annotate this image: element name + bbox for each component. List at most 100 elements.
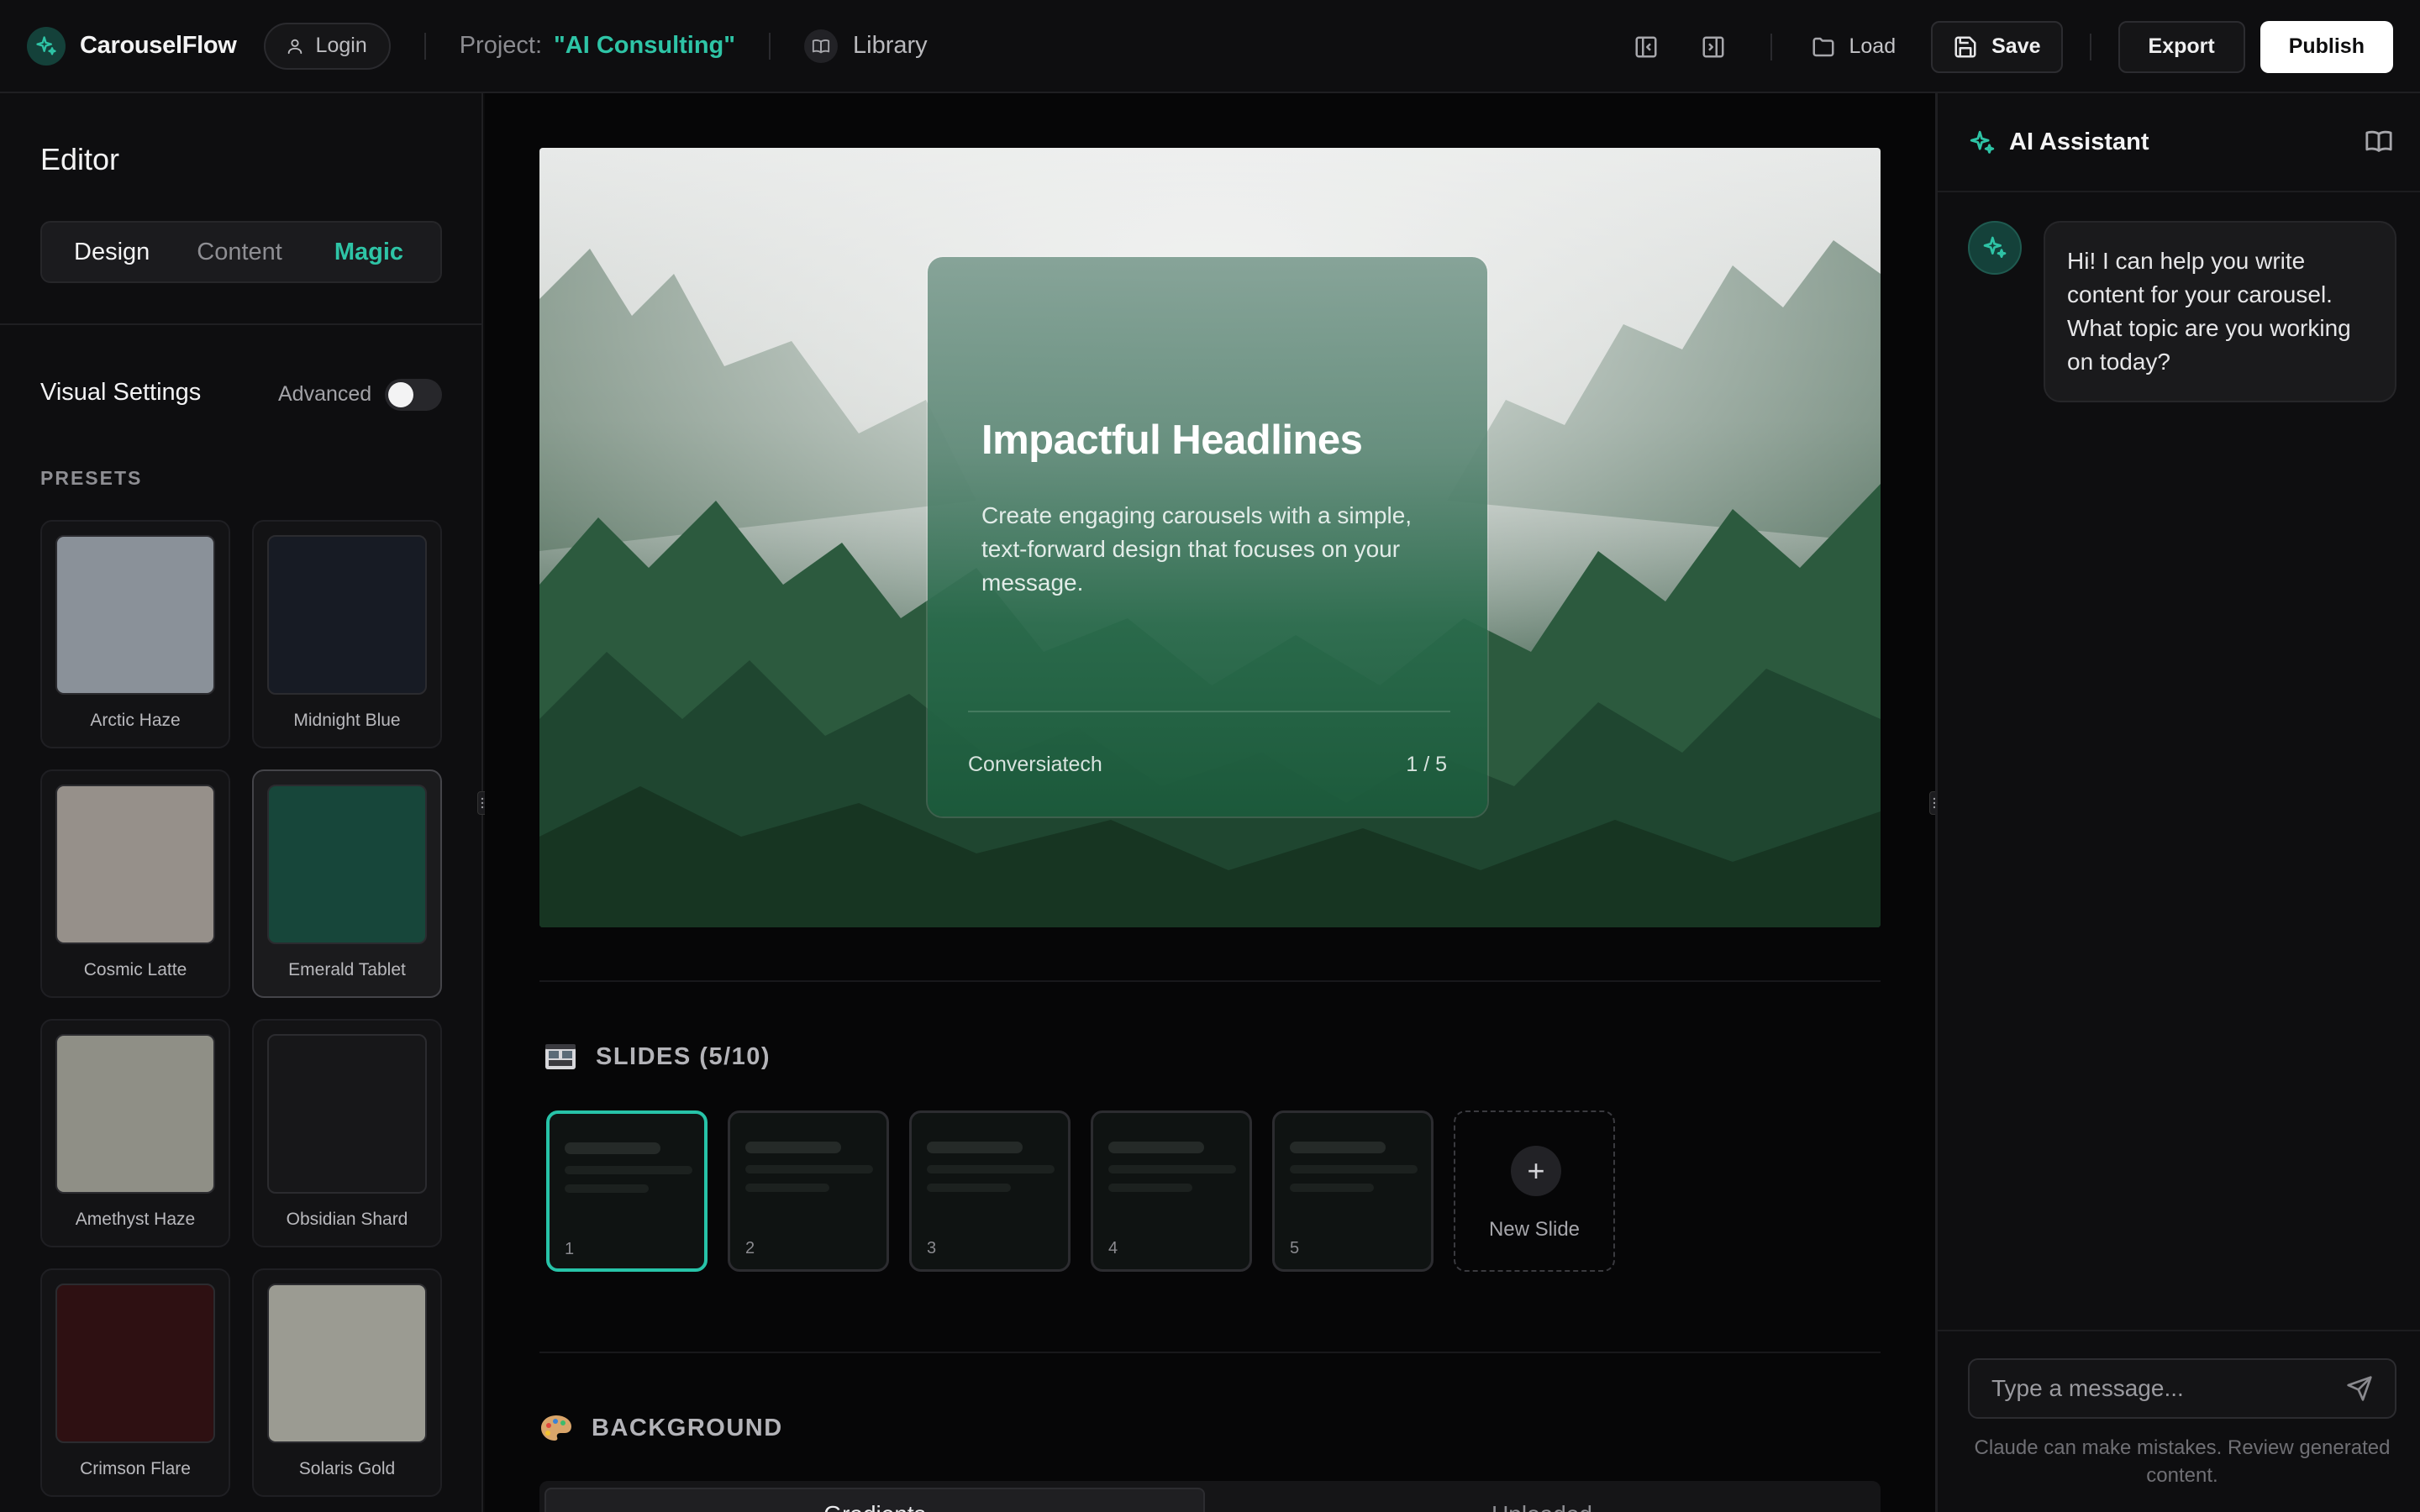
thumb-line xyxy=(565,1166,692,1174)
palette-icon xyxy=(541,1415,571,1441)
background-section-header: BACKGROUND xyxy=(539,1414,783,1442)
thumb-line xyxy=(745,1165,873,1173)
export-label: Export xyxy=(2148,34,2215,58)
save-label: Save xyxy=(1991,34,2041,58)
slide-headline[interactable]: Impactful Headlines xyxy=(981,417,1363,464)
project-label: Project: xyxy=(459,32,543,59)
panel-right-icon xyxy=(1702,36,1723,57)
slide-body-text[interactable]: Create engaging carousels with a simple,… xyxy=(981,499,1452,600)
advanced-toggle[interactable] xyxy=(385,379,442,411)
preset-amethyst-haze[interactable]: Amethyst Haze xyxy=(40,1019,230,1247)
divider xyxy=(539,980,1881,982)
preset-obsidian-shard[interactable]: Obsidian Shard xyxy=(252,1019,442,1247)
assistant-message: Hi! I can help you write content for you… xyxy=(2044,221,2396,402)
sparkle-logo-icon xyxy=(27,26,66,66)
plus-icon: + xyxy=(1511,1146,1561,1196)
book-open-icon[interactable] xyxy=(2365,127,2393,155)
library-button[interactable]: Library xyxy=(804,29,928,63)
assistant-avatar xyxy=(1968,221,2022,275)
toggle-right-panel-button[interactable] xyxy=(1693,27,1733,67)
thumb-line xyxy=(1290,1184,1374,1192)
save-button[interactable]: Save xyxy=(1931,20,2063,73)
editor-tabs: Design Content Magic xyxy=(40,221,442,283)
tab-magic[interactable]: Magic xyxy=(334,239,403,266)
thumb-line xyxy=(565,1184,649,1193)
export-button[interactable]: Export xyxy=(2118,20,2245,73)
preset-swatch xyxy=(267,1034,427,1194)
slide-preview[interactable]: Impactful Headlines Create engaging caro… xyxy=(539,148,1881,927)
slide-thumbnail[interactable]: 4 xyxy=(1091,1110,1252,1272)
slide-thumbnail[interactable]: 1 xyxy=(546,1110,708,1272)
divider xyxy=(769,32,771,60)
new-slide-button[interactable]: + New Slide xyxy=(1454,1110,1615,1272)
thumb-line xyxy=(927,1142,1023,1153)
slide-number: 4 xyxy=(1108,1239,1118,1257)
chat-composer: Claude can make mistakes. Review generat… xyxy=(1938,1330,2420,1512)
divider xyxy=(2089,33,2091,60)
message-input[interactable] xyxy=(1968,1358,2396,1419)
preset-midnight-blue[interactable]: Midnight Blue xyxy=(252,520,442,748)
preset-solaris-gold[interactable]: Solaris Gold xyxy=(252,1268,442,1497)
app-root: CarouselFlow Login Project: "AI Consulti… xyxy=(0,0,2420,1512)
top-bar: CarouselFlow Login Project: "AI Consulti… xyxy=(0,0,2420,93)
tab-content[interactable]: Content xyxy=(197,239,282,266)
ai-assistant-panel: AI Assistant Hi! I can help you write co… xyxy=(1935,93,2420,1512)
preset-swatch xyxy=(267,1284,427,1443)
slide-number: 1 xyxy=(565,1240,575,1258)
floppy-disk-icon xyxy=(1954,36,1976,57)
slide-thumbnail[interactable]: 3 xyxy=(909,1110,1071,1272)
thumb-line xyxy=(745,1142,841,1153)
toggle-knob xyxy=(388,382,413,407)
tab-uploaded[interactable]: Uploaded xyxy=(1212,1488,1872,1512)
thumb-line xyxy=(1290,1165,1418,1173)
preset-swatch xyxy=(55,785,215,944)
preset-name: Crimson Flare xyxy=(80,1459,191,1478)
load-button[interactable]: Load xyxy=(1796,21,1912,73)
preset-cosmic-latte[interactable]: Cosmic Latte xyxy=(40,769,230,998)
preset-swatch xyxy=(55,1284,215,1443)
project-name: "AI Consulting" xyxy=(554,32,736,59)
login-button[interactable]: Login xyxy=(263,22,391,70)
tab-design[interactable]: Design xyxy=(74,239,150,266)
divider xyxy=(424,32,426,60)
editor-title: Editor xyxy=(40,142,120,176)
preset-name: Solaris Gold xyxy=(298,1459,396,1478)
slide-content-card[interactable]: Impactful Headlines Create engaging caro… xyxy=(926,255,1489,818)
slide-number: 2 xyxy=(745,1239,755,1257)
slide-number: 5 xyxy=(1290,1239,1300,1257)
book-icon xyxy=(804,29,839,63)
visual-settings-title: Visual Settings xyxy=(40,379,202,406)
ai-assistant-title: AI Assistant xyxy=(2009,129,2149,155)
brand[interactable]: CarouselFlow xyxy=(27,26,237,66)
top-actions: Load Save Export Publish xyxy=(1612,0,2393,93)
slides-section-header: SLIDES (5/10) xyxy=(544,1042,771,1071)
thumb-line xyxy=(1108,1165,1236,1173)
preset-arctic-haze[interactable]: Arctic Haze xyxy=(40,520,230,748)
preset-crimson-flare[interactable]: Crimson Flare xyxy=(40,1268,230,1497)
preset-name: Obsidian Shard xyxy=(286,1210,408,1229)
divider xyxy=(1770,33,1772,60)
film-frames-icon xyxy=(545,1044,576,1069)
preset-swatch xyxy=(267,535,427,695)
presets-label: PRESETS xyxy=(40,467,143,489)
ai-disclaimer: Claude can make mistakes. Review generat… xyxy=(1974,1436,2391,1487)
tab-gradients[interactable]: Gradients xyxy=(544,1488,1205,1512)
publish-button[interactable]: Publish xyxy=(2260,20,2393,73)
preset-swatch xyxy=(55,535,215,695)
canvas-area: Impactful Headlines Create engaging caro… xyxy=(485,93,1935,1512)
sparkle-icon xyxy=(1970,130,1995,154)
slide-page-indicator: 1 / 5 xyxy=(1406,753,1447,776)
preset-emerald-tablet[interactable]: Emerald Tablet xyxy=(252,769,442,998)
app-name: CarouselFlow xyxy=(80,32,237,59)
thumb-line xyxy=(1290,1142,1386,1153)
send-icon[interactable] xyxy=(2346,1375,2373,1402)
card-divider xyxy=(968,711,1450,712)
slide-thumbnail[interactable]: 2 xyxy=(728,1110,889,1272)
divider xyxy=(0,323,481,325)
advanced-label: Advanced xyxy=(278,382,372,406)
slide-thumbnail[interactable]: 5 xyxy=(1272,1110,1434,1272)
project-indicator[interactable]: Project: "AI Consulting" xyxy=(460,32,735,60)
toggle-left-panel-button[interactable] xyxy=(1626,27,1666,67)
new-slide-label: New Slide xyxy=(1488,1218,1581,1241)
editor-panel: Editor Design Content Magic Visual Setti… xyxy=(0,93,483,1512)
